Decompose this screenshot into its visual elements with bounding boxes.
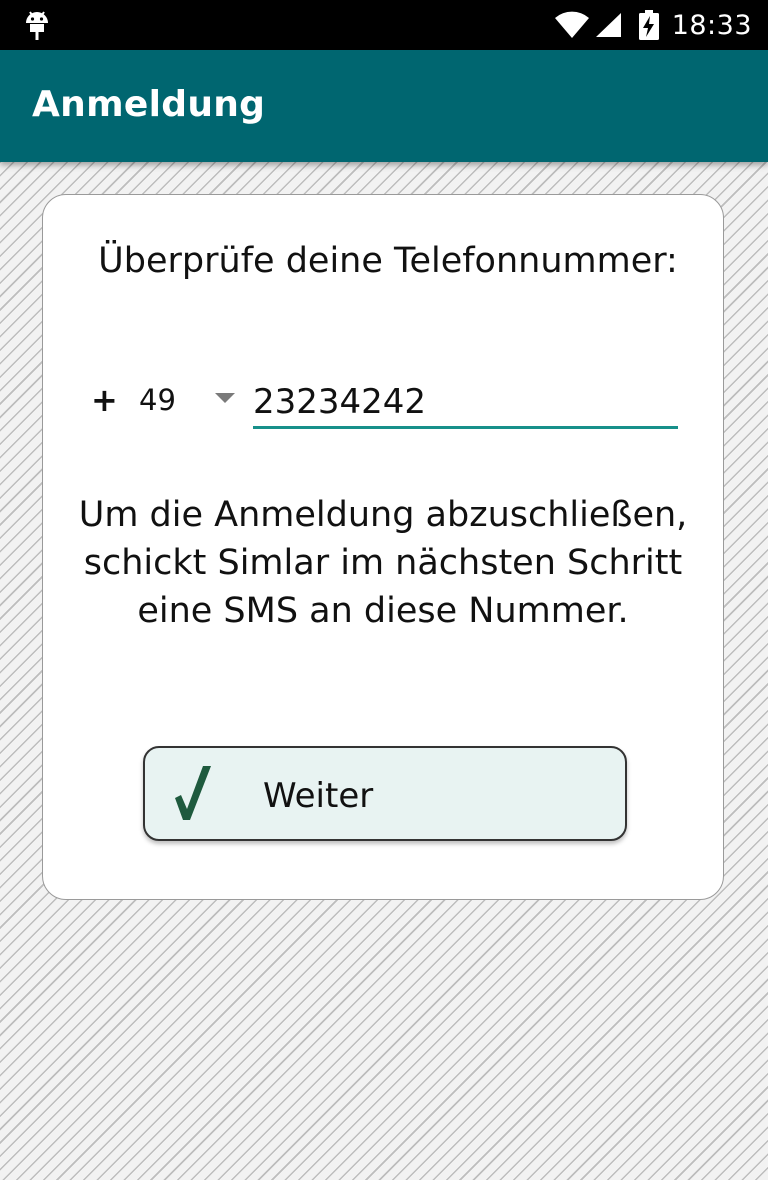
clock: 18:33 [671, 9, 752, 41]
android-icon [26, 11, 48, 40]
plus-sign: + [91, 381, 118, 419]
checkmark-icon [175, 766, 211, 820]
page-title: Anmeldung [32, 84, 266, 125]
app-bar: Anmeldung [0, 50, 768, 162]
country-code-select[interactable]: 49 [139, 383, 176, 417]
battery-charging-icon [638, 10, 659, 40]
info-text: Um die Anmeldung abzuschließen, schickt … [78, 495, 688, 631]
dropdown-arrow-icon[interactable] [215, 393, 235, 403]
weiter-button-label: Weiter [263, 776, 374, 816]
card-heading: Überprüfe deine Telefonnummer: [98, 241, 678, 281]
phone-number-input[interactable] [253, 377, 678, 429]
wifi-icon [554, 11, 589, 38]
verification-card: Überprüfe deine Telefonnummer: + 49 Um d… [42, 194, 724, 900]
weiter-button[interactable]: Weiter [143, 746, 627, 841]
status-bar: 18:33 [0, 0, 768, 50]
signal-icon [595, 13, 621, 37]
